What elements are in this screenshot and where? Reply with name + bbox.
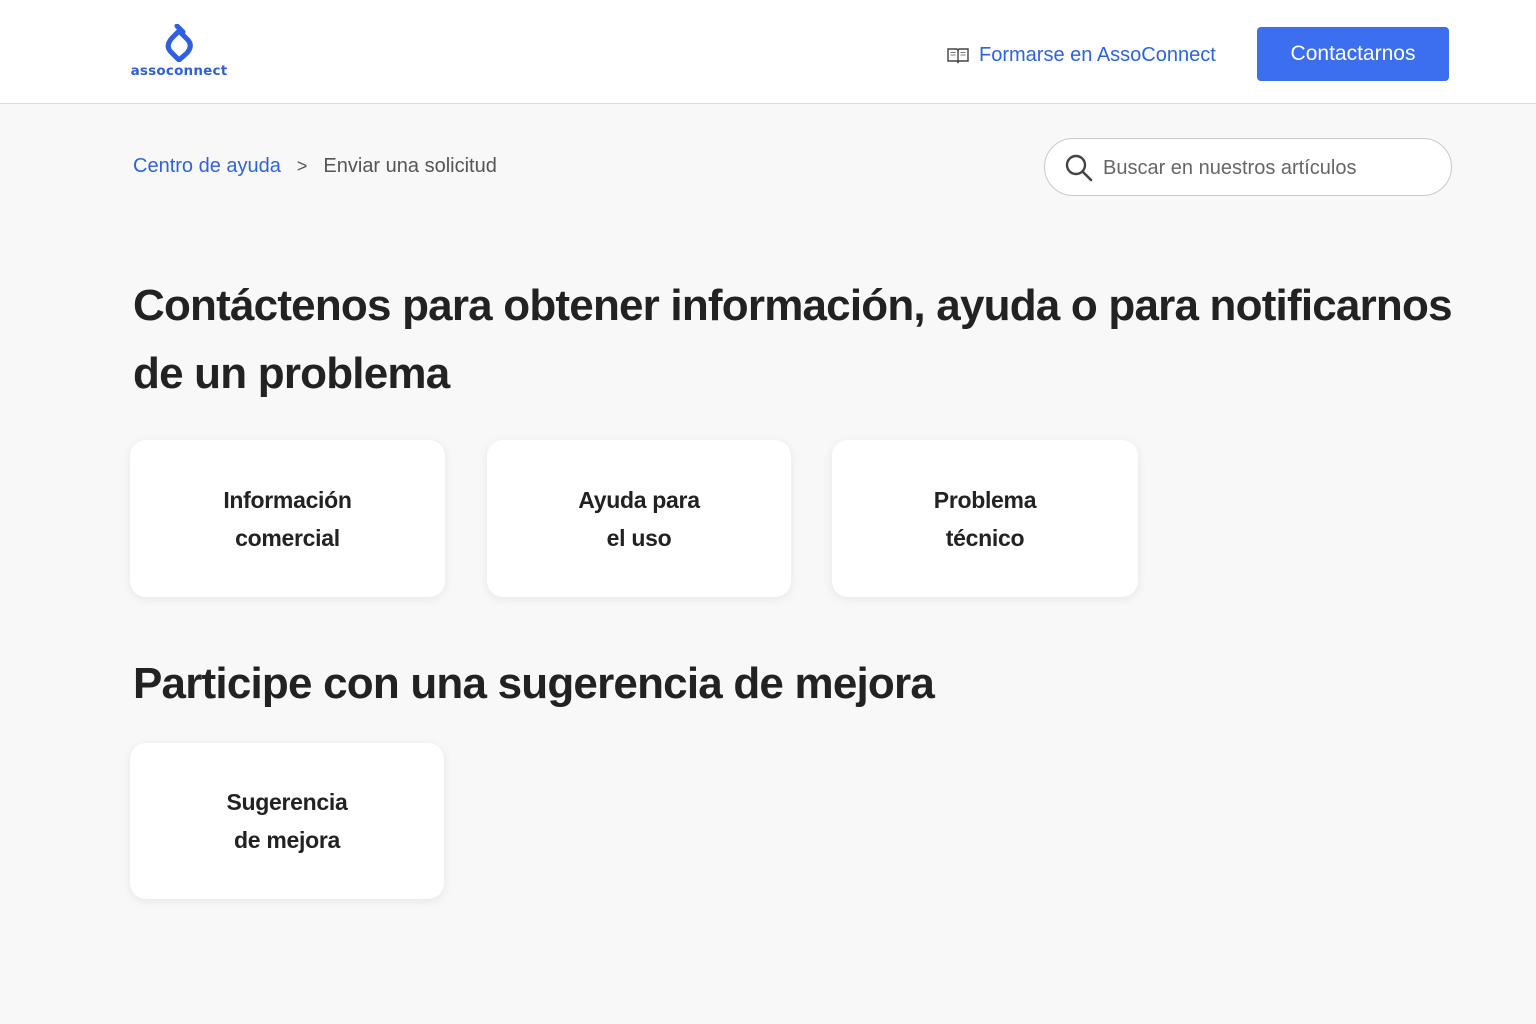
logo-text: assoconnect: [130, 63, 228, 79]
card-label: Sugerencia de mejora: [226, 789, 348, 853]
breadcrumb-separator: >: [296, 155, 308, 176]
book-icon: [947, 48, 969, 64]
training-link[interactable]: Formarse en AssoConnect: [947, 40, 1216, 70]
breadcrumb: Centro de ayuda > Enviar una solicitud: [133, 152, 497, 180]
contact-heading: Contáctenos para obtener información, ay…: [133, 281, 1453, 398]
logo[interactable]: assoconnect: [127, 24, 231, 84]
search-box[interactable]: [1044, 138, 1452, 196]
card-improvement-suggestion[interactable]: Sugerencia de mejora: [130, 743, 444, 899]
search-input[interactable]: [1103, 147, 1433, 189]
logo-icon: [165, 24, 193, 62]
card-label: Problema técnico: [933, 486, 1037, 551]
suggestion-heading: Participe con una sugerencia de mejora: [133, 659, 935, 708]
card-commercial-info[interactable]: Información comercial: [130, 440, 445, 597]
card-label: Información comercial: [223, 486, 352, 551]
card-label: Ayuda para el uso: [578, 486, 700, 551]
card-usage-help[interactable]: Ayuda para el uso: [487, 440, 791, 597]
card-technical-problem[interactable]: Problema técnico: [832, 440, 1138, 597]
breadcrumb-current: Enviar una solicitud: [323, 154, 497, 177]
search-icon: [1065, 154, 1093, 182]
site-header: assoconnect Formarse en AssoConnect Cont…: [0, 0, 1536, 104]
contact-button[interactable]: Contactarnos: [1257, 27, 1449, 81]
training-link-label: Formarse en AssoConnect: [979, 43, 1216, 66]
breadcrumb-home-link[interactable]: Centro de ayuda: [133, 155, 281, 178]
